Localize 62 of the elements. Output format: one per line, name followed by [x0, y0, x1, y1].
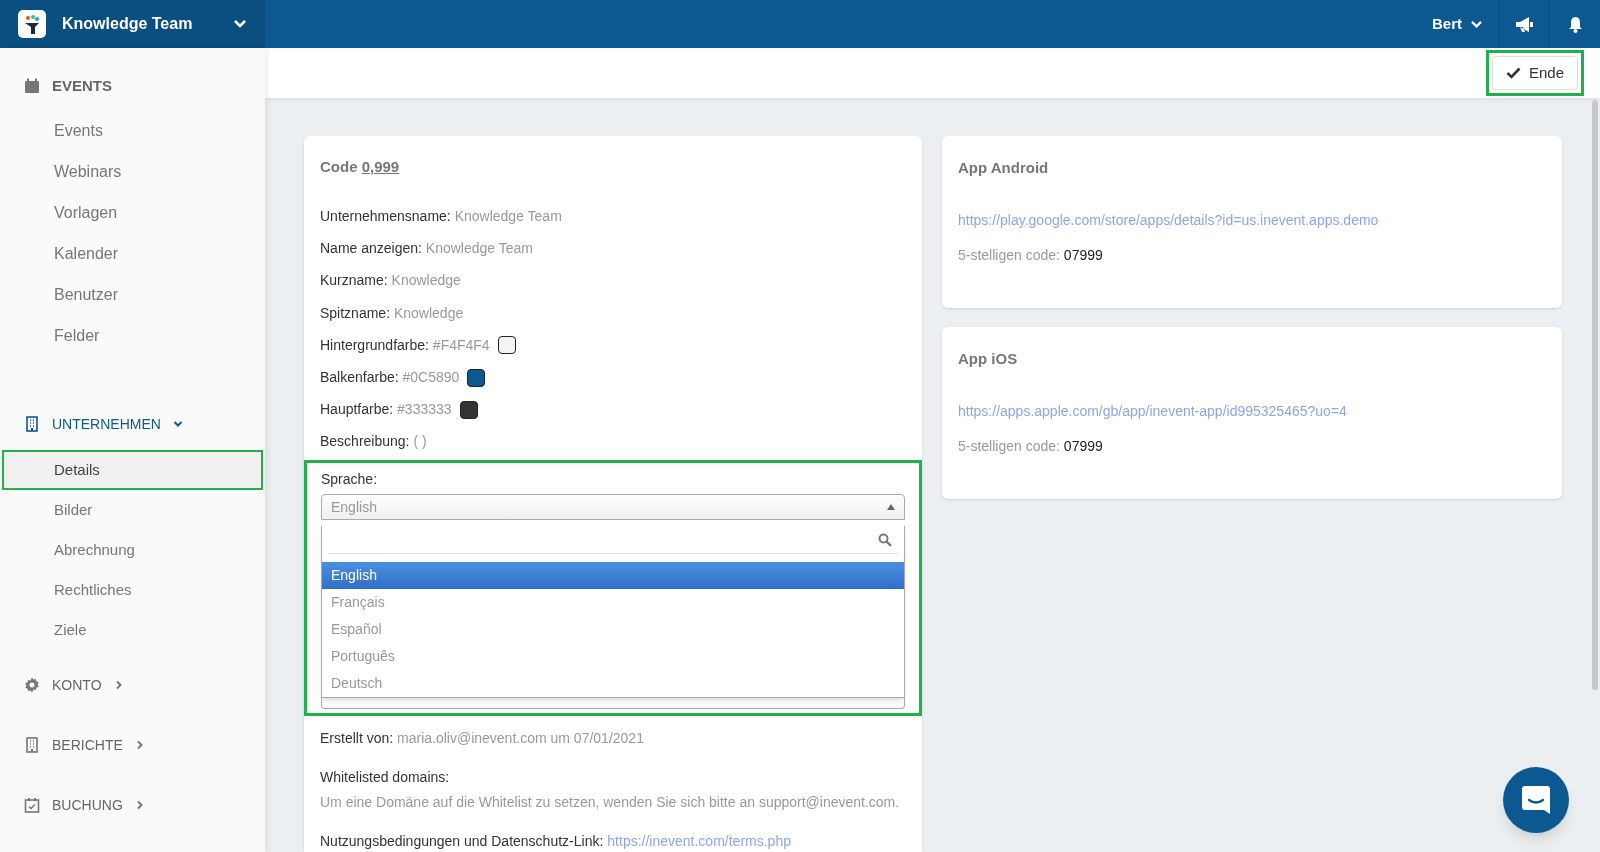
language-select[interactable]: English [321, 494, 905, 520]
sidebar-section-header[interactable]: BERICHTE [52, 734, 123, 756]
card-title: App iOS [958, 349, 1019, 369]
chat-icon [1519, 783, 1553, 817]
chat-button[interactable] [1503, 767, 1569, 833]
field-text: Beschreibung: ( ) [320, 432, 427, 452]
code-text: 5-stelligen code: 07999 [958, 436, 1104, 456]
field-label: Sprache: [321, 470, 379, 489]
field-text: Name anzeigen: Knowledge Team [320, 239, 533, 259]
sidebar-item[interactable]: Events [4, 110, 261, 151]
dropdown-option[interactable]: Français [322, 589, 904, 616]
search-icon [878, 532, 892, 547]
field-text: Unternehmensname: Knowledge Team [320, 207, 562, 227]
sidebar-item[interactable]: Ziele [4, 610, 261, 650]
sidebar-item[interactable]: Details [4, 452, 261, 488]
sidebar-item[interactable]: Bilder [4, 490, 261, 530]
sidebar-item[interactable]: Vorlagen [4, 192, 261, 233]
code-label: Code [320, 158, 358, 175]
calendar-check-icon [24, 797, 40, 813]
sidebar-item[interactable]: Kalender [4, 233, 261, 274]
building-icon [25, 416, 39, 432]
checkmark-icon [1505, 67, 1521, 79]
created-by-text: Erstellt von: maria.oliv@inevent.com um 07/01/2021 [320, 729, 645, 748]
dropdown-option[interactable]: Português [322, 643, 904, 670]
card-title: App Android [958, 158, 1050, 178]
field-label: Nutzungsbedingungen und Datenschutz-Link: [320, 832, 604, 851]
chevron-down-icon[interactable] [233, 19, 247, 29]
field-text: Kurzname: Knowledge [320, 271, 461, 291]
sidebar-item[interactable]: Rechtliches [4, 570, 261, 610]
done-button[interactable]: Ende [1491, 56, 1578, 90]
code-text: 5-stelligen code: 07999 [958, 245, 1104, 265]
sidebar-section-header[interactable]: KONTO [52, 674, 102, 696]
chevron-down-icon [1470, 19, 1483, 29]
sidebar-section-header[interactable]: EVENTS [52, 74, 112, 98]
sidebar-item[interactable]: Benutzer [4, 274, 261, 315]
calendar-icon [24, 78, 40, 94]
sidebar-item[interactable]: Webinars [4, 151, 261, 192]
megaphone-icon[interactable] [1515, 15, 1534, 33]
whitelist-note: Um eine Domäne auf die Whitelist zu setzen, wenden Sie sich bitte an support@inevent.com. [320, 793, 901, 812]
select-field[interactable] [321, 697, 905, 709]
dropdown-option[interactable]: English [322, 562, 904, 589]
store-link[interactable]: https://play.google.com/store/apps/details?id=us.inevent.apps.demo [958, 209, 1546, 231]
field-text: Hauptfarbe: #333333 [320, 400, 452, 420]
building-icon [25, 737, 39, 753]
sidebar-section-header[interactable]: BUCHUNG [52, 794, 123, 816]
field-text: Balkenfarbe: #0C5890 [320, 368, 460, 388]
sidebar-item[interactable]: Abrechnung [4, 530, 261, 570]
bell-icon[interactable] [1567, 15, 1583, 33]
code-value: 0,999 [361, 158, 400, 175]
sidebar-section-header[interactable]: UNTERNEHMEN [52, 413, 161, 435]
caret-up-icon [887, 504, 895, 510]
store-link[interactable]: https://apps.apple.com/gb/app/inevent-app/id995325465?uo=4 [958, 400, 1546, 422]
settings-icon [24, 677, 40, 693]
organization-name: Knowledge Team [62, 14, 194, 34]
dropdown-option[interactable]: Español [322, 616, 904, 643]
field-text: Hintergrundfarbe: #F4F4F4 [320, 335, 490, 355]
field-label: Whitelisted domains: [320, 768, 451, 787]
sidebar-item[interactable]: Felder [4, 315, 261, 356]
dropdown-option[interactable]: Deutsch [322, 670, 904, 697]
logo-icon [18, 10, 46, 38]
field-text: Spitzname: Knowledge [320, 303, 464, 323]
terms-link[interactable]: https://inevent.com/terms.php [607, 831, 791, 852]
